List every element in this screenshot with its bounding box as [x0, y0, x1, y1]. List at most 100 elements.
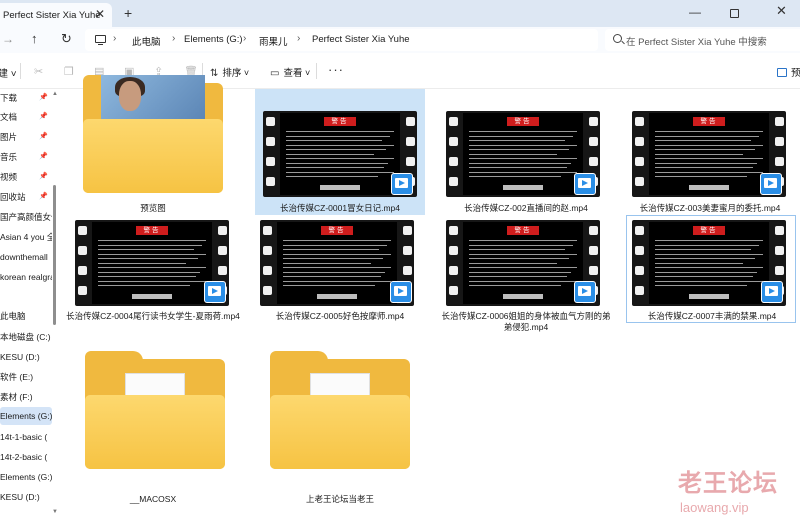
more-options-button[interactable]: ···: [328, 62, 344, 77]
sidebar-item-this-pc[interactable]: 此电脑: [0, 307, 52, 325]
film-sprocket-strip: [632, 111, 646, 197]
preview-pane-icon: [777, 68, 787, 77]
breadcrumb-current[interactable]: Perfect Sister Xia Yuhe: [312, 34, 410, 45]
sidebar-item-drive-f[interactable]: 素材 (F:): [0, 388, 52, 406]
film-sprocket-hole: [449, 157, 458, 166]
preview-pane-button[interactable]: 预: [777, 65, 800, 79]
warning-text-line: [283, 249, 379, 250]
file-item-video[interactable]: 警告 长治传媒CZ-003美妻蜜月的委托.mp4: [626, 89, 796, 215]
watermark: 老王论坛 laowang.vip: [678, 463, 778, 515]
file-item-video[interactable]: 警告 长治传媒CZ-0005好色按摩师.mp4: [255, 215, 425, 327]
new-button[interactable]: 建 ˅: [0, 65, 17, 80]
file-name: 长治传媒CZ-0005好色按摩师.mp4: [275, 311, 405, 321]
sidebar-item-drive-e[interactable]: 软件 (E:): [0, 368, 52, 386]
file-item-video[interactable]: 警告 长治传媒CZ-0006姐姐的身体被血气方刚的弟弟侵犯.mp4: [441, 215, 611, 339]
arrow-up-icon[interactable]: ↑: [31, 31, 38, 46]
chevron-right-icon[interactable]: ›: [172, 33, 175, 44]
sidebar-item-videos[interactable]: 视频 📌: [0, 168, 52, 186]
chevron-right-icon[interactable]: ›: [243, 33, 246, 44]
warning-text-line: [283, 285, 375, 286]
warning-text-line: [283, 267, 391, 268]
warning-text-line: [469, 149, 569, 150]
chevron-right-icon[interactable]: ›: [113, 33, 116, 44]
warning-text-line: [469, 253, 577, 255]
warning-text-line: [286, 149, 386, 150]
film-sprocket-hole: [449, 117, 458, 126]
sidebar-item-drive-d[interactable]: KESU (D:): [0, 348, 52, 366]
file-item-folder[interactable]: __MACOSX: [68, 351, 238, 511]
warning-text-line: [469, 153, 557, 155]
warning-text-line: [469, 249, 565, 250]
warning-banner: 警告: [136, 226, 168, 235]
watermark-text: 老王论坛: [678, 470, 778, 497]
view-button[interactable]: ▭ 查看 ˅: [270, 65, 310, 79]
warning-text-line: [98, 280, 206, 282]
sidebar-item-label: Elements (G:): [0, 411, 52, 421]
cut-icon[interactable]: ✂: [34, 65, 43, 78]
sidebar-item-label: 此电脑: [0, 311, 26, 321]
copy-icon[interactable]: ❐: [64, 65, 74, 78]
sidebar-scrollbar[interactable]: [53, 185, 56, 325]
breadcrumb-drive[interactable]: Elements (G:): [184, 34, 243, 45]
sidebar-item-drive[interactable]: 14t-1-basic (: [0, 428, 52, 446]
film-sprocket-hole: [449, 246, 458, 255]
sidebar-item-drive[interactable]: KESU (D:): [0, 488, 52, 506]
video-frame: 警告: [463, 113, 583, 195]
chevron-right-icon[interactable]: ›: [297, 33, 300, 44]
sidebar-item-folder[interactable]: downthemall: [0, 248, 52, 266]
sidebar-item-drive[interactable]: Elements (G:): [0, 468, 52, 486]
new-tab-icon[interactable]: +: [124, 5, 132, 21]
sort-button[interactable]: ⇅ 排序 ˅: [210, 65, 249, 79]
breadcrumb-folder[interactable]: 雨果儿: [259, 34, 288, 48]
folder-front: [270, 395, 410, 469]
search-input[interactable]: 在 Perfect Sister Xia Yuhe 中搜索: [605, 29, 800, 51]
refresh-icon[interactable]: ↻: [61, 31, 72, 47]
file-item-video[interactable]: 警告 长治传媒CZ-0001冒女日记.mp4: [255, 89, 425, 215]
sidebar-item-recycle-bin[interactable]: 回收站 📌: [0, 188, 52, 206]
sidebar-item-label: 音乐: [0, 152, 18, 162]
sidebar-item-documents[interactable]: 文档 📌: [0, 108, 52, 126]
film-sprocket-strip: [446, 111, 460, 197]
file-name: 上老王论坛当老王: [305, 494, 374, 504]
tab-current-folder[interactable]: Perfect Sister Xia Yuhe ✕: [0, 3, 112, 27]
warning-text-line: [655, 240, 763, 241]
folder-icon: [85, 351, 225, 469]
file-item-video[interactable]: 警告 长治传媒CZ-0007丰满的禁果.mp4: [626, 215, 796, 323]
file-item-video[interactable]: 警告 长治传媒CZ-002直播间的赵.mp4: [441, 89, 611, 215]
video-frame: 警告: [649, 113, 769, 195]
sidebar-item-label: downthemall: [0, 252, 48, 262]
file-item-video[interactable]: 警告 长治传媒CZ-0004尾行读书女学生-夏雨荷.mp4: [66, 215, 258, 327]
sidebar-item-folder[interactable]: Asian 4 you 全: [0, 228, 52, 246]
warning-text-line: [98, 262, 186, 264]
film-sprocket-hole: [263, 266, 272, 275]
film-sprocket-hole: [635, 266, 644, 275]
maximize-icon[interactable]: [730, 9, 739, 18]
minimize-icon[interactable]: —: [689, 5, 701, 19]
warning-banner: 警告: [507, 117, 539, 126]
film-sprocket-strip: [75, 220, 89, 306]
file-item-folder[interactable]: 上老王论坛当老王: [255, 351, 425, 511]
sidebar-item-drive-g[interactable]: Elements (G:): [0, 407, 52, 425]
arrow-right-icon[interactable]: →: [2, 32, 14, 46]
film-sprocket-hole: [406, 157, 415, 166]
warning-banner: 警告: [693, 226, 725, 235]
sidebar-item-label: 14t-1-basic (: [0, 432, 48, 442]
sidebar-item-drive-c[interactable]: 本地磁盘 (C:): [0, 328, 52, 346]
close-window-icon[interactable]: ✕: [776, 3, 787, 19]
sidebar-item-pictures[interactable]: 图片 📌: [0, 128, 52, 146]
view-label: 查看: [283, 68, 303, 79]
file-item-folder[interactable]: 预览图: [68, 75, 238, 215]
breadcrumb-this-pc[interactable]: 此电脑: [132, 34, 161, 48]
pin-icon: 📌: [39, 113, 48, 120]
sidebar-item-music[interactable]: 音乐 📌: [0, 148, 52, 166]
sidebar-item-drive[interactable]: 14t-2-basic (: [0, 448, 52, 466]
sidebar-item-folder[interactable]: korean realgra: [0, 268, 52, 286]
warning-text-line: [469, 267, 577, 268]
breadcrumb[interactable]: › 此电脑 › Elements (G:) › 雨果儿 › Perfect Si…: [85, 29, 598, 51]
warning-text-line: [655, 153, 743, 155]
sidebar-item-folder[interactable]: 国产高颜值女优: [0, 208, 52, 226]
sidebar-item-downloads[interactable]: 下载 📌: [0, 89, 52, 107]
film-sprocket-hole: [589, 137, 598, 146]
close-tab-icon[interactable]: ✕: [95, 7, 105, 21]
warning-text-line: [655, 158, 763, 159]
